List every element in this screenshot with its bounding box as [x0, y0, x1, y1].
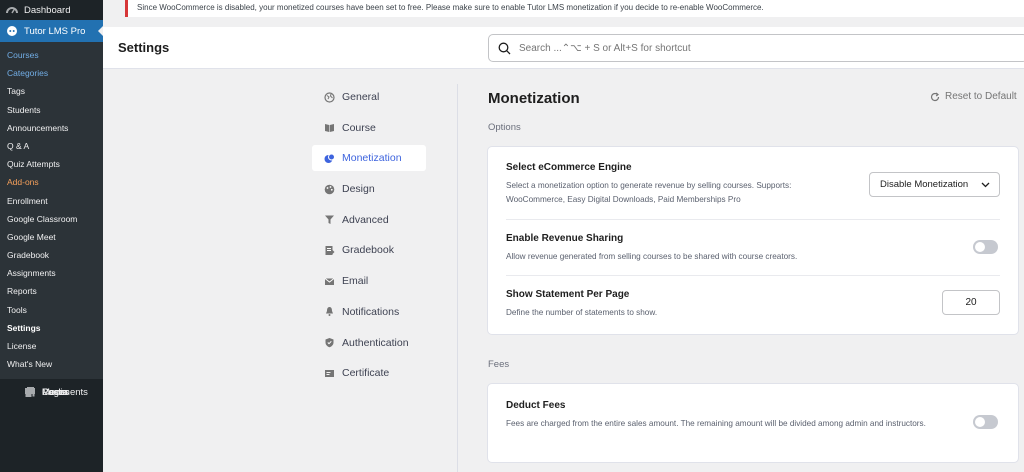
search-input[interactable] [519, 42, 919, 54]
book-icon [324, 122, 335, 133]
statement-desc: Define the number of statements to show. [506, 308, 658, 317]
palette-icon [324, 184, 335, 195]
submenu-item-google-meet[interactable]: Google Meet [0, 228, 103, 246]
chevron-down-icon [981, 182, 990, 187]
shield-icon [324, 337, 335, 348]
submenu-item-add-ons[interactable]: Add-ons [0, 173, 103, 191]
submenu-item-what-s-new[interactable]: What's New [0, 355, 103, 373]
settings-nav-label: General [342, 91, 380, 103]
filter-icon [324, 214, 335, 225]
settings-nav-label: Notifications [342, 305, 400, 318]
section-title: Monetization [488, 90, 580, 107]
settings-nav-label: Design [342, 183, 375, 196]
email-icon [324, 276, 335, 287]
revenue-row: Enable Revenue Sharing Allow revenue gen… [506, 233, 1000, 264]
monetization-icon [324, 153, 335, 164]
statement-per-page-input[interactable]: 20 [942, 290, 1000, 315]
tutor-icon [6, 25, 18, 37]
statement-title: Show Statement Per Page [506, 289, 630, 300]
submenu-item-tools[interactable]: Tools [0, 301, 103, 319]
fees-card: Deduct Fees Fees are charged from the en… [487, 383, 1019, 463]
settings-header: Settings [103, 27, 1024, 69]
woocommerce-notice: Since WooCommerce is disabled, your mone… [125, 0, 1024, 17]
certificate-icon [324, 368, 335, 379]
statement-row: Show Statement Per Page Define the numbe… [506, 289, 1000, 320]
submenu-item-settings[interactable]: Settings [0, 319, 103, 337]
settings-nav-course[interactable]: Course [312, 115, 426, 141]
settings-nav-email[interactable]: Email [312, 268, 426, 294]
submenu-item-q-a[interactable]: Q & A [0, 137, 103, 155]
search-icon [498, 42, 511, 54]
wp-admin-sidebar: Dashboard Tutor LMS Pro Courses Categorie… [0, 0, 103, 472]
deduct-row: Deduct Fees Fees are charged from the en… [506, 400, 1000, 431]
settings-nav-general[interactable]: General [312, 84, 426, 110]
settings-nav-authentication[interactable]: Authentication [312, 330, 426, 356]
deduct-desc: Fees are charged from the entire sales a… [506, 419, 926, 428]
settings-nav-certificate[interactable]: Certificate [312, 360, 426, 386]
menu-tutor-label: Tutor LMS Pro [24, 25, 86, 37]
revenue-desc: Allow revenue generated from selling cou… [506, 252, 798, 261]
tutor-submenu: Courses Categories Tags Students Announcemen… [0, 42, 103, 380]
submenu-item-students[interactable]: Students [0, 101, 103, 119]
settings-nav-advanced[interactable]: Advanced [312, 207, 426, 233]
fees-label: Fees [488, 359, 510, 370]
settings-nav-monetization[interactable]: Monetization [312, 145, 426, 172]
menu-tutor-lms-pro[interactable]: Tutor LMS Pro [0, 20, 103, 42]
submenu-item-assignments[interactable]: Assignments [0, 264, 103, 282]
menu-dashboard-label: Dashboard [24, 4, 71, 16]
submenu-item-quiz-attempts[interactable]: Quiz Attempts [0, 155, 103, 173]
menu-dashboard[interactable]: Dashboard [0, 0, 103, 20]
submenu-item-google-classroom[interactable]: Google Classroom [0, 210, 103, 228]
menu-comments[interactable]: Comments [18, 381, 88, 403]
ecommerce-selected: Disable Monetization [880, 179, 969, 190]
comments-icon [24, 386, 36, 398]
settings-nav: General Course Monetization Design Advanced G… [312, 84, 426, 391]
settings-nav-label: Authentication [342, 336, 409, 349]
options-card: Select eCommerce Engine Select a monetiz… [487, 146, 1019, 335]
page-title: Settings [118, 40, 170, 55]
settings-nav-label: Email [342, 275, 369, 288]
dashboard-icon [6, 4, 18, 16]
settings-nav-label: Course [342, 121, 376, 134]
gradebook-icon [324, 245, 335, 256]
ecommerce-desc: Select a monetization option to generate… [506, 181, 792, 204]
deduct-title: Deduct Fees [506, 400, 566, 411]
submenu-item-announcements[interactable]: Announcements [0, 119, 103, 137]
submenu-item-gradebook[interactable]: Gradebook [0, 246, 103, 264]
nav-divider [457, 84, 458, 472]
revenue-sharing-toggle[interactable] [973, 240, 998, 254]
options-label: Options [488, 122, 521, 133]
submenu-item-license[interactable]: License [0, 337, 103, 355]
notice-text: Since WooCommerce is disabled, your mone… [137, 3, 764, 12]
bell-icon [324, 306, 335, 317]
settings-nav-label: Certificate [342, 367, 390, 380]
submenu-item-courses[interactable]: Courses [0, 46, 103, 64]
globe-icon [324, 91, 335, 103]
revenue-title: Enable Revenue Sharing [506, 233, 624, 244]
settings-nav-label: Advanced [342, 213, 389, 226]
submenu-item-tags[interactable]: Tags [0, 82, 103, 100]
reset-icon [930, 92, 940, 101]
deduct-fees-toggle[interactable] [973, 415, 998, 429]
settings-nav-label: Monetization [342, 152, 402, 165]
settings-nav-notifications[interactable]: Notifications [312, 299, 426, 325]
reset-button[interactable]: Reset to Default [930, 91, 1017, 102]
menu-comments-label: Comments [42, 386, 88, 398]
search-box[interactable] [488, 34, 1024, 62]
reset-label: Reset to Default [945, 91, 1017, 102]
settings-nav-gradebook[interactable]: Gradebook [312, 237, 426, 263]
submenu-item-reports[interactable]: Reports [0, 282, 103, 300]
ecommerce-engine-select[interactable]: Disable Monetization [869, 172, 1000, 197]
submenu-item-categories[interactable]: Categories [0, 64, 103, 82]
settings-nav-label: Gradebook [342, 244, 394, 257]
submenu-item-enrollment[interactable]: Enrollment [0, 192, 103, 210]
settings-nav-design[interactable]: Design [312, 176, 426, 202]
